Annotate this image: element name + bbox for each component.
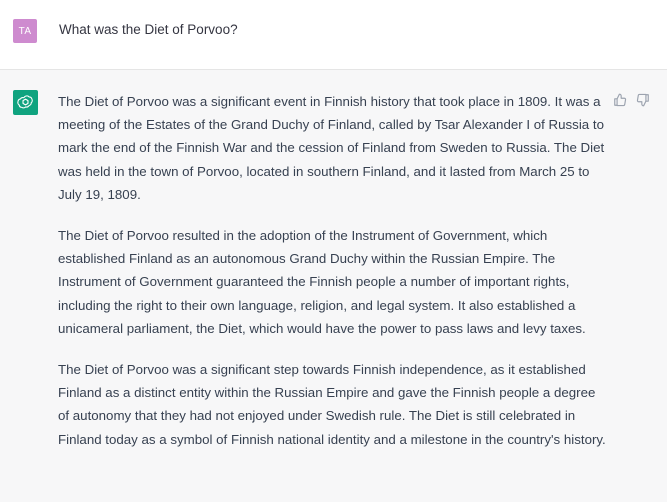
answer-paragraph-1: The Diet of Porvoo was a significant eve… (58, 94, 605, 202)
feedback-buttons (612, 92, 650, 107)
answer-paragraph-3: The Diet of Porvoo was a significant ste… (58, 362, 606, 447)
user-avatar: TA (13, 19, 37, 43)
assistant-message-row: The Diet of Porvoo was a significant eve… (0, 70, 667, 502)
user-message-text: What was the Diet of Porvoo? (59, 22, 238, 37)
assistant-avatar (13, 90, 38, 115)
thumbs-up-button[interactable] (612, 92, 627, 107)
openai-logo-icon (17, 95, 33, 109)
thumbs-down-icon (636, 93, 649, 106)
thumbs-up-icon (613, 93, 626, 106)
thumbs-down-button[interactable] (635, 92, 650, 107)
assistant-message-text: The Diet of Porvoo was a significant eve… (58, 90, 606, 451)
user-message-row: TA What was the Diet of Porvoo? (0, 0, 667, 70)
answer-paragraph-2: The Diet of Porvoo resulted in the adopt… (58, 228, 586, 336)
